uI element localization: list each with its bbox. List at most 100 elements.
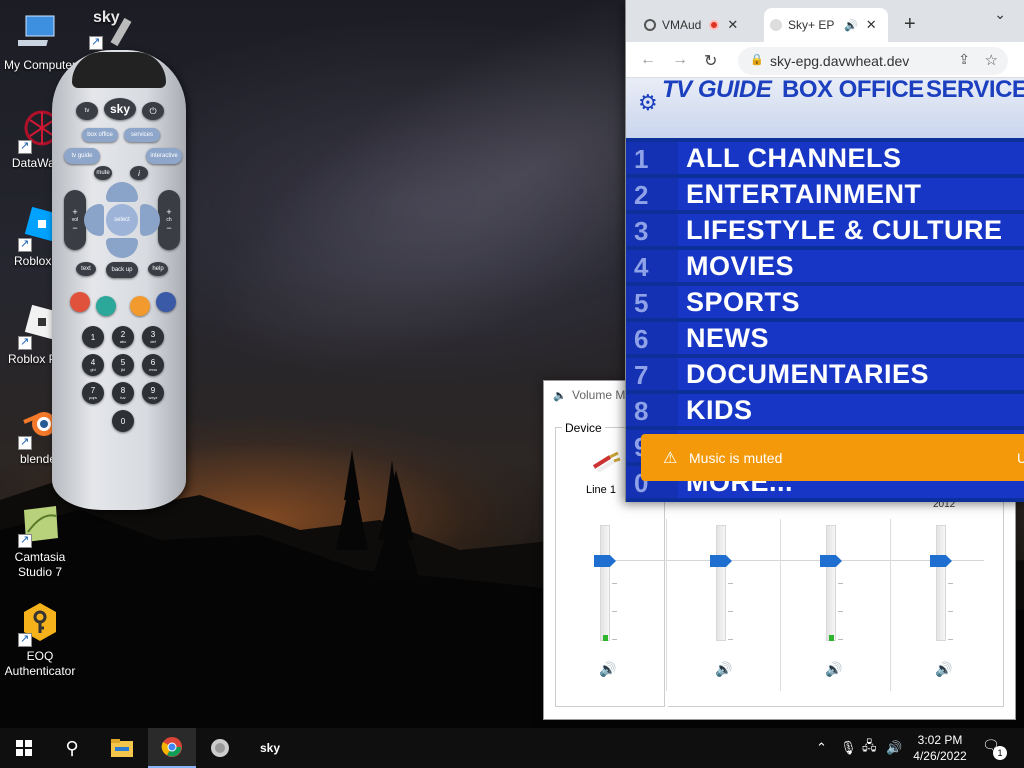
volume-rocker[interactable]: + vol − xyxy=(64,190,86,250)
close-tab-icon[interactable]: ✕ xyxy=(727,17,738,33)
interactive-button[interactable]: interactive xyxy=(146,148,182,164)
sky-button[interactable]: sky xyxy=(104,98,136,120)
shortcut-arrow-icon xyxy=(18,632,32,647)
camtasia-icon xyxy=(18,502,62,548)
gear-icon[interactable]: ⚙ xyxy=(638,90,658,116)
menu-row-1[interactable]: 1 ALL CHANNELS xyxy=(626,142,1024,174)
app-volume-slider[interactable] xyxy=(924,525,958,645)
desktop-icon-my-computer[interactable]: My Computer xyxy=(0,10,80,73)
menu-row-number: 5 xyxy=(626,286,678,318)
volume-mixer-taskbar-icon[interactable] xyxy=(196,728,244,768)
number-6-button[interactable]: 6 mno xyxy=(142,354,164,376)
slider-thumb[interactable] xyxy=(820,555,842,567)
number-3-button[interactable]: 3 def xyxy=(142,326,164,348)
mute-toggle-speaker-icon[interactable]: 🔊 xyxy=(599,661,616,678)
menu-row-5[interactable]: 5 SPORTS xyxy=(626,286,1024,318)
slider-thumb[interactable] xyxy=(594,555,616,567)
mute-button[interactable]: mute xyxy=(94,166,112,180)
header-services[interactable]: SERVICES xyxy=(926,78,1024,104)
number-1-button[interactable]: 1 xyxy=(82,326,104,348)
mute-toggle-speaker-icon[interactable]: 🔊 xyxy=(715,661,732,678)
network-icon[interactable]: 🖧 xyxy=(862,728,877,768)
menu-row-2[interactable]: 2 ENTERTAINMENT xyxy=(626,178,1024,210)
address-bar[interactable]: 🔒 sky-epg.davwheat.dev ⇪ ☆ xyxy=(738,47,1008,75)
forward-arrow-icon[interactable]: → xyxy=(672,51,688,69)
menu-row-8[interactable]: 8 KIDS xyxy=(626,394,1024,426)
menu-row-4[interactable]: 4 MOVIES xyxy=(626,250,1024,282)
slider-thumb[interactable] xyxy=(710,555,732,567)
start-button[interactable] xyxy=(0,728,48,768)
app-volume-slider[interactable] xyxy=(704,525,738,645)
sky-remote-taskbar-icon[interactable]: sky xyxy=(246,728,294,768)
yellow-button[interactable] xyxy=(130,296,150,316)
desktop-icon-camtasia[interactable]: Camtasia Studio 7 xyxy=(0,502,80,580)
up-arrow-button[interactable] xyxy=(106,182,138,202)
search-icon[interactable]: ⚲ xyxy=(48,728,96,768)
tab-sky-epg[interactable]: Sky+ EP 🔊 ✕ xyxy=(764,8,888,42)
red-button[interactable] xyxy=(70,292,90,312)
number-5-button[interactable]: 5 jkl xyxy=(112,354,134,376)
chrome-taskbar-icon[interactable] xyxy=(148,728,196,768)
header-box-office[interactable]: BOX OFFICE xyxy=(782,78,924,104)
speaker-tray-icon[interactable]: 🔊 xyxy=(886,728,902,768)
left-arrow-button[interactable] xyxy=(84,204,104,236)
device-volume-slider[interactable] xyxy=(588,525,622,645)
number-9-button[interactable]: 9 wxyz xyxy=(142,382,164,404)
select-button[interactable]: select xyxy=(106,204,138,236)
shortcut-arrow-icon xyxy=(18,533,32,548)
remote-top xyxy=(72,52,166,88)
power-button[interactable]: ⏻ xyxy=(142,102,164,120)
right-arrow-button[interactable] xyxy=(140,204,160,236)
desktop-icon-eoq-authenticator[interactable]: EOQ Authenticator xyxy=(0,601,80,679)
down-arrow-button[interactable] xyxy=(106,238,138,258)
slider-thumb[interactable] xyxy=(930,555,952,567)
channel-rocker[interactable]: + ch − xyxy=(158,190,180,250)
menu-row-6[interactable]: 6 NEWS xyxy=(626,322,1024,354)
app-volume-slider[interactable] xyxy=(814,525,848,645)
help-button[interactable]: help xyxy=(148,262,168,276)
box-office-button[interactable]: box office xyxy=(82,128,118,142)
show-hidden-icons-chevron-icon[interactable]: ⌃ xyxy=(816,728,827,768)
services-button[interactable]: services xyxy=(124,128,160,142)
blue-button[interactable] xyxy=(156,292,176,312)
menu-row-7[interactable]: 7 DOCUMENTARIES xyxy=(626,358,1024,390)
number-0-button[interactable]: 0 xyxy=(112,410,134,432)
microphone-icon[interactable]: 🎙 xyxy=(840,728,857,768)
bookmark-star-icon[interactable]: ☆ xyxy=(985,51,998,69)
globe-icon xyxy=(644,19,656,31)
new-tab-button[interactable]: + xyxy=(904,14,916,34)
tv-guide-button[interactable]: tv guide xyxy=(64,148,100,164)
notification-center-icon[interactable]: 🗨 1 xyxy=(982,737,1007,760)
mute-toggle-speaker-icon[interactable]: 🔊 xyxy=(825,661,842,678)
back-up-button[interactable]: back up xyxy=(106,262,138,278)
info-button[interactable]: i xyxy=(130,166,148,180)
number-2-button[interactable]: 2 abc xyxy=(112,326,134,348)
desktop-icon-sky[interactable]: sky xyxy=(76,4,146,52)
tab-search-chevron-icon[interactable]: ⌄ xyxy=(994,6,1006,23)
toast-action[interactable]: U xyxy=(1017,450,1024,466)
tv-button[interactable]: tv xyxy=(76,102,98,120)
menu-row-3[interactable]: 3 LIFESTYLE & CULTURE xyxy=(626,214,1024,246)
number-4-button[interactable]: 4 ghi xyxy=(82,354,104,376)
header-tv-guide[interactable]: TV GUIDE xyxy=(662,78,772,104)
number-8-button[interactable]: 8 tuv xyxy=(112,382,134,404)
reload-icon[interactable]: ↻ xyxy=(704,51,717,71)
number-7-button[interactable]: 7 pqrs xyxy=(82,382,104,404)
clock-date: 4/26/2022 xyxy=(913,749,967,763)
mute-toggle-speaker-icon[interactable]: 🔊 xyxy=(935,661,952,678)
shortcut-arrow-icon xyxy=(18,237,32,252)
back-arrow-icon[interactable]: ← xyxy=(640,51,656,69)
green-button[interactable] xyxy=(96,296,116,316)
tab-vmaudio[interactable]: VMAud ✕ xyxy=(638,8,758,42)
speaker-icon: 🔈 xyxy=(553,390,567,402)
browser-toolbar: ← → ↻ 🔒 sky-epg.davwheat.dev ⇪ ☆ xyxy=(626,42,1024,78)
text-button[interactable]: text xyxy=(76,262,96,276)
chrome-window[interactable]: VMAud ✕ Sky+ EP 🔊 ✕ + ⌄ ← → ↻ 🔒 sky-epg.… xyxy=(625,0,1024,502)
share-icon[interactable]: ⇪ xyxy=(958,51,970,68)
file-explorer-icon[interactable] xyxy=(98,728,146,768)
sky-remote-widget[interactable]: tv sky ⏻ box office services tv guide in… xyxy=(52,50,186,510)
audio-playing-icon[interactable]: 🔊 xyxy=(844,19,858,32)
clock[interactable]: 3:02 PM 4/26/2022 xyxy=(905,732,975,764)
close-tab-icon[interactable]: ✕ xyxy=(866,17,877,33)
navigation-dpad[interactable]: select xyxy=(84,182,160,258)
